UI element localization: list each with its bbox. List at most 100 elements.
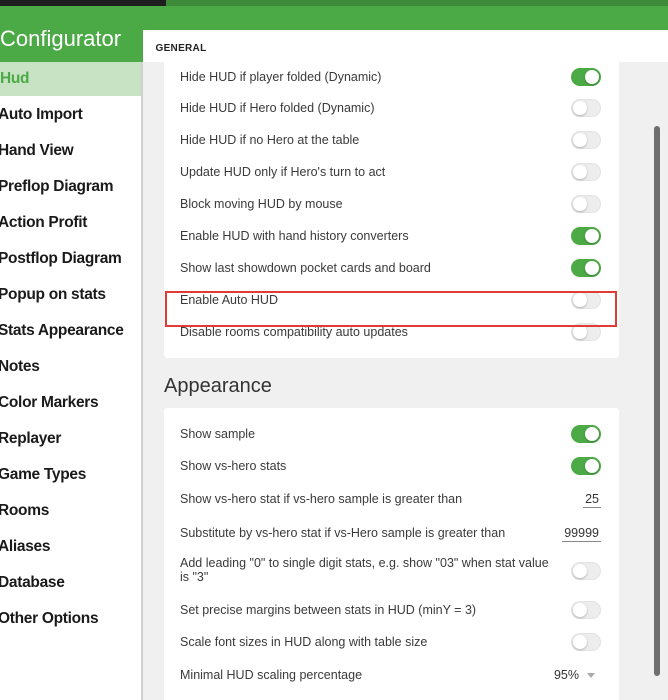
setting-row: Show vs-hero stat if vs-hero sample is g… [164,490,619,510]
toggle-knob [573,197,587,211]
setting-label: Enable Auto HUD [180,293,278,307]
sidebar-item-label: Action Profit [0,214,88,231]
toggle-knob [573,564,587,578]
setting-row-enable-auto-hud: Enable Auto HUD [164,291,619,309]
app-header: Configurator GENERAL [0,6,668,68]
sidebar-item-label: Auto Import [0,106,83,123]
setting-row: Scale font sizes in HUD along with table… [164,633,619,651]
sidebar-item-action-profit[interactable]: Action Profit [0,206,141,240]
appearance-section-title: Appearance [164,375,272,397]
setting-label: Show vs-hero stat if vs-hero sample is g… [180,492,463,506]
setting-label: Minimal HUD scaling percentage [180,668,363,682]
toggle-knob [573,293,587,307]
setting-row: Hide HUD if Hero folded (Dynamic) [164,99,619,117]
sidebar-item-label: Stats Appearance [0,322,124,339]
appearance-settings-card: Show sample Show vs-hero stats Show vs-h… [164,408,619,700]
sidebar-item-color-markers[interactable]: Color Markers [0,386,141,420]
sidebar-item-label: Database [0,574,65,591]
toggle-switch[interactable] [571,562,601,580]
scrollbar-thumb[interactable] [654,126,660,676]
general-settings-card: Hide HUD if player folded (Dynamic) Hide… [164,62,619,358]
setting-label: Disable rooms compatibility auto updates [180,325,408,339]
toggle-switch[interactable] [571,291,601,309]
setting-row: Minimal HUD scaling percentage 95% [164,666,619,684]
toggle-knob [585,427,599,441]
setting-row: Update HUD only if Hero's turn to act [164,163,619,181]
toggle-knob [573,603,587,617]
toggle-knob [585,229,599,243]
substitute-sample-input[interactable]: 99999 [562,526,601,542]
setting-row: Hide HUD if player folded (Dynamic) [164,68,619,86]
setting-label: Add leading "0" to single digit stats, e… [180,556,549,584]
scaling-percentage-select[interactable]: 95% [554,668,595,682]
toggle-switch[interactable] [571,633,601,651]
toggle-knob [573,325,587,339]
toggle-knob [573,635,587,649]
toggle-switch[interactable] [571,425,601,443]
sidebar-item-hand-view[interactable]: Hand View [0,134,141,168]
toggle-switch[interactable] [571,131,601,149]
toggle-knob [573,165,587,179]
toggle-switch[interactable] [571,259,601,277]
setting-row: Show vs-hero stats [164,457,619,475]
toggle-knob [585,459,599,473]
sidebar-item-label: Replayer [0,430,62,447]
setting-row: Set precise margins between stats in HUD… [164,601,619,619]
toggle-switch[interactable] [571,68,601,86]
sidebar-item-label: Rooms [0,502,50,519]
toggle-knob [573,101,587,115]
vs-hero-sample-input[interactable]: 25 [583,492,601,508]
setting-row: Show sample [164,425,619,443]
setting-label: Scale font sizes in HUD along with table… [180,635,428,649]
setting-row: Disable rooms compatibility auto updates [164,323,619,341]
toggle-knob [573,133,587,147]
scaling-percentage-value: 95% [553,668,579,682]
setting-label: Hide HUD if player folded (Dynamic) [180,70,382,84]
sidebar-item-game-types[interactable]: Game Types [0,458,141,492]
setting-row: Hide HUD if no Hero at the table [164,131,619,149]
sidebar-item-postflop-diagram[interactable]: Postflop Diagram [0,242,141,276]
setting-label: Show sample [180,427,256,441]
sidebar-item-stats-appearance[interactable]: Stats Appearance [0,314,141,348]
sidebar-item-label: Aliases [0,538,51,555]
sidebar-item-label: Game Types [0,466,87,483]
sidebar-item-popup-on-stats[interactable]: Popup on stats [0,278,141,312]
sidebar-item-preflop-diagram[interactable]: Preflop Diagram [0,170,141,204]
sidebar: Hud Auto Import Hand View Preflop Diagra… [0,62,141,700]
sidebar-item-auto-import[interactable]: Auto Import [0,98,141,132]
sidebar-item-label: Color Markers [0,394,99,411]
scrollbar[interactable] [648,62,668,700]
sidebar-item-label: Preflop Diagram [0,178,114,195]
sidebar-item-label: Other Options [0,610,99,627]
setting-label: Enable HUD with hand history converters [180,229,409,243]
setting-label: Show last showdown pocket cards and boar… [180,261,431,275]
toggle-switch[interactable] [571,457,601,475]
sidebar-item-rooms[interactable]: Rooms [0,494,141,528]
toggle-switch[interactable] [571,601,601,619]
app-title: Configurator [0,26,122,51]
sidebar-item-database[interactable]: Database [0,566,141,600]
sidebar-item-replayer[interactable]: Replayer [0,422,141,456]
toggle-switch[interactable] [571,163,601,181]
setting-label: Update HUD only if Hero's turn to act [180,165,386,179]
sidebar-item-other-options[interactable]: Other Options [0,602,141,636]
sidebar-item-label: Notes [0,358,40,375]
toggle-knob [585,261,599,275]
sidebar-item-label: Hud [0,70,30,87]
setting-row: Block moving HUD by mouse [164,195,619,213]
setting-label: Show vs-hero stats [180,459,287,473]
setting-row: Enable HUD with hand history converters [164,227,619,245]
setting-label: Block moving HUD by mouse [180,197,343,211]
toggle-switch[interactable] [571,227,601,245]
sidebar-item-notes[interactable]: Notes [0,350,141,384]
setting-label: Hide HUD if no Hero at the table [180,133,360,147]
toggle-switch[interactable] [571,323,601,341]
sidebar-item-aliases[interactable]: Aliases [0,530,141,564]
sidebar-item-hud[interactable]: Hud [0,62,141,96]
setting-row: Add leading "0" to single digit stats, e… [164,556,619,586]
toggle-switch[interactable] [571,99,601,117]
toggle-knob [585,70,599,84]
toggle-switch[interactable] [571,195,601,213]
sidebar-item-label: Postflop Diagram [0,250,122,267]
setting-label: Substitute by vs-hero stat if vs-Hero sa… [180,526,506,540]
